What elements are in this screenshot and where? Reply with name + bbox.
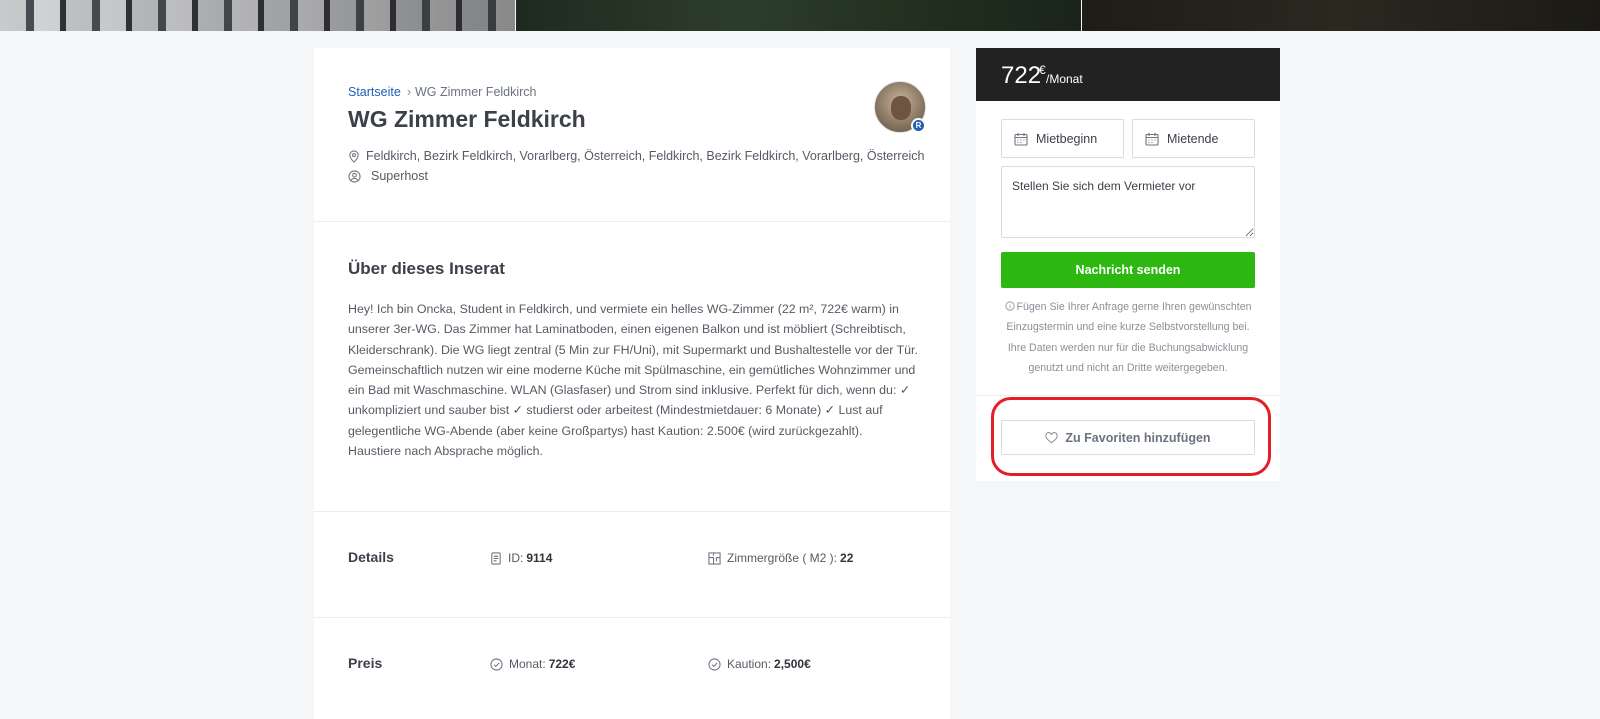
favorites-highlight-outline: [991, 397, 1271, 476]
price-unit: /Monat: [1046, 72, 1083, 86]
breadcrumb-separator: ›: [406, 85, 411, 99]
location-row: Feldkirch, Bezirk Feldkirch, Vorarlberg,…: [348, 149, 925, 163]
hero-image-3[interactable]: [1082, 0, 1600, 31]
hero-image-1[interactable]: [0, 0, 515, 31]
size-label: Zimmergröße ( M2 ):: [727, 551, 838, 565]
message-textarea[interactable]: [1001, 166, 1255, 238]
price-section: Preis Monat: 722€ Kaution: 2,500€: [314, 618, 950, 719]
monthly-rent: Monat: 722€: [490, 657, 575, 671]
calendar-icon: [1145, 132, 1159, 146]
hero-gallery[interactable]: [0, 0, 1600, 31]
privacy-note: Fügen Sie Ihrer Anfrage gerne Ihren gewü…: [1001, 297, 1255, 378]
about-section: Über dieses Inserat Hey! Ich bin Oncka, …: [314, 222, 950, 512]
move-in-label: Mietbeginn: [1036, 131, 1098, 146]
send-message-button[interactable]: Nachricht senden: [1001, 252, 1255, 288]
info-icon: [1004, 301, 1015, 311]
user-circle-icon: [348, 169, 361, 183]
host-badge: R: [911, 118, 926, 133]
location-text: Feldkirch, Bezirk Feldkirch, Vorarlberg,…: [366, 149, 925, 163]
listing-id: ID: 9114: [490, 551, 552, 565]
sidebar-divider: [976, 395, 1280, 396]
price-header: 722 € /Monat: [976, 48, 1280, 101]
id-value: 9114: [526, 551, 553, 565]
floorplan-icon: [708, 551, 721, 565]
move-in-date-field[interactable]: Mietbeginn: [1001, 119, 1124, 158]
check-circle-icon: [490, 657, 503, 671]
host-row: Superhost: [348, 169, 428, 183]
listing-header: Startseite › WG Zimmer Feldkirch WG Zimmer…: [314, 48, 950, 222]
breadcrumb-current: WG Zimmer Feldkirch: [414, 85, 537, 99]
breadcrumb: Startseite › WG Zimmer Feldkirch: [348, 85, 537, 99]
breadcrumb-home-link[interactable]: Startseite: [348, 85, 401, 99]
check-circle-icon: [708, 657, 721, 671]
host-type-text: Superhost: [371, 169, 428, 183]
price-label: Preis: [348, 655, 383, 671]
price-amount: 722: [1001, 62, 1042, 89]
about-title: Über dieses Inserat: [348, 259, 505, 278]
room-size: Zimmergröße ( M2 ): 22: [708, 551, 853, 565]
month-value: 722€: [548, 657, 576, 671]
calendar-icon: [1014, 132, 1028, 146]
move-out-label: Mietende: [1167, 131, 1219, 146]
deposit-label: Kaution:: [727, 657, 772, 671]
size-value: 22: [840, 551, 854, 565]
privacy-note-text: Fügen Sie Ihrer Anfrage gerne Ihren gewü…: [1006, 301, 1252, 374]
id-label: ID:: [508, 551, 524, 565]
hero-image-2[interactable]: [516, 0, 1081, 31]
avatar-face: [891, 96, 911, 120]
document-icon: [491, 551, 501, 565]
listing-card: Startseite › WG Zimmer Feldkirch WG Zimmer…: [314, 48, 950, 719]
location-pin-icon: [349, 149, 359, 163]
deposit-value: 2,500€: [774, 657, 811, 671]
price-currency: €: [1039, 63, 1046, 77]
deposit: Kaution: 2,500€: [708, 657, 811, 671]
host-avatar[interactable]: R: [874, 81, 926, 133]
month-label: Monat:: [509, 657, 546, 671]
page-title: WG Zimmer Feldkirch: [348, 106, 586, 132]
move-out-date-field[interactable]: Mietende: [1132, 119, 1255, 158]
details-label: Details: [348, 549, 394, 565]
details-section: Details ID: 9114 Zimmergröße ( M2 ): 22: [314, 512, 950, 618]
about-text: Hey! Ich bin Oncka, Student in Feldkirch…: [348, 302, 918, 459]
